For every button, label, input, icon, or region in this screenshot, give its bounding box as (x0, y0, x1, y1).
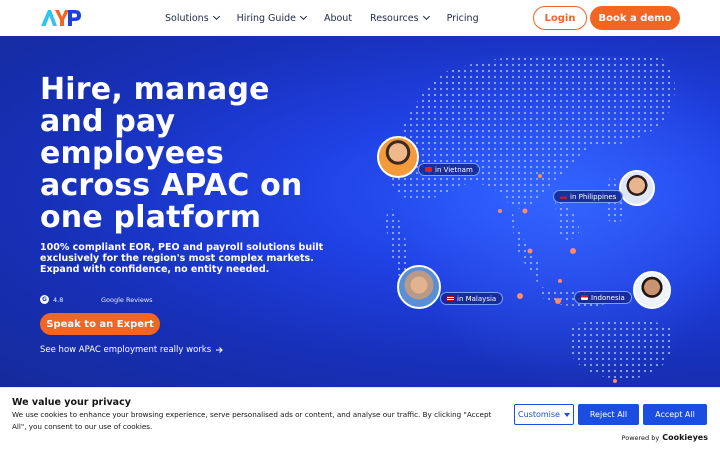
cookie-text: We use cookies to enhance your browsing … (12, 410, 492, 431)
nav-hiring-guide[interactable]: Hiring Guide (237, 12, 307, 24)
google-icon: G (40, 295, 49, 304)
philippines-flag-icon (560, 194, 567, 199)
hero-headline: Hire, manage and pay employees across AP… (40, 72, 303, 235)
speak-to-expert-button[interactable]: Speak to an Expert (40, 313, 160, 335)
main-menu: Solutions Hiring Guide About Resources P… (165, 0, 497, 36)
avatar-vietnam (377, 136, 419, 178)
malaysia-flag-icon (447, 296, 454, 301)
google-reviews-link[interactable]: Google Reviews (101, 296, 153, 304)
top-nav: Solutions Hiring Guide About Resources P… (0, 0, 720, 36)
cookie-title: We value your privacy (12, 397, 131, 408)
arrow-right-icon (216, 347, 223, 353)
powered-by-cookieyes[interactable]: Powered by Cookieyes (622, 433, 708, 442)
book-demo-button[interactable]: Book a demo (590, 6, 680, 30)
ayp-logo[interactable] (40, 8, 82, 28)
nav-pricing[interactable]: Pricing (447, 13, 479, 24)
vietnam-flag-icon (425, 167, 432, 172)
location-tag-indonesia: Indonesia (574, 291, 632, 304)
chevron-down-icon (422, 12, 430, 21)
location-tag-vietnam: in Vietnam (418, 163, 480, 176)
login-button[interactable]: Login (533, 6, 587, 30)
nav-about[interactable]: About (324, 13, 352, 24)
apac-dotted-globe (385, 56, 720, 386)
cookie-reject-button[interactable]: Reject All (578, 404, 639, 425)
location-tag-malaysia: in Malaysia (440, 292, 504, 305)
hero-section: Hire, manage and pay employees across AP… (0, 36, 720, 387)
nav-resources[interactable]: Resources (370, 12, 430, 24)
rating-value: 4.8 (53, 295, 64, 304)
see-how-link[interactable]: See how APAC employment really works (40, 345, 223, 355)
location-tag-philippines: in Philippines (553, 190, 624, 203)
cookie-accept-button[interactable]: Accept All (643, 404, 707, 425)
chevron-down-icon (212, 12, 220, 21)
avatar-malaysia (397, 265, 441, 309)
google-rating: G 4.8 (40, 295, 63, 304)
avatar-indonesia (633, 271, 671, 309)
avatar-philippines (619, 170, 655, 206)
chevron-down-icon (299, 12, 307, 21)
indonesia-flag-icon (581, 295, 588, 300)
cookie-consent-banner: We value your privacy We use cookies to … (0, 387, 720, 450)
nav-solutions[interactable]: Solutions (165, 12, 220, 24)
caret-down-icon (563, 412, 570, 417)
cookie-customise-button[interactable]: Customise (514, 404, 574, 425)
hero-subheadline: 100% compliant EOR, PEO and payroll solu… (40, 242, 324, 275)
